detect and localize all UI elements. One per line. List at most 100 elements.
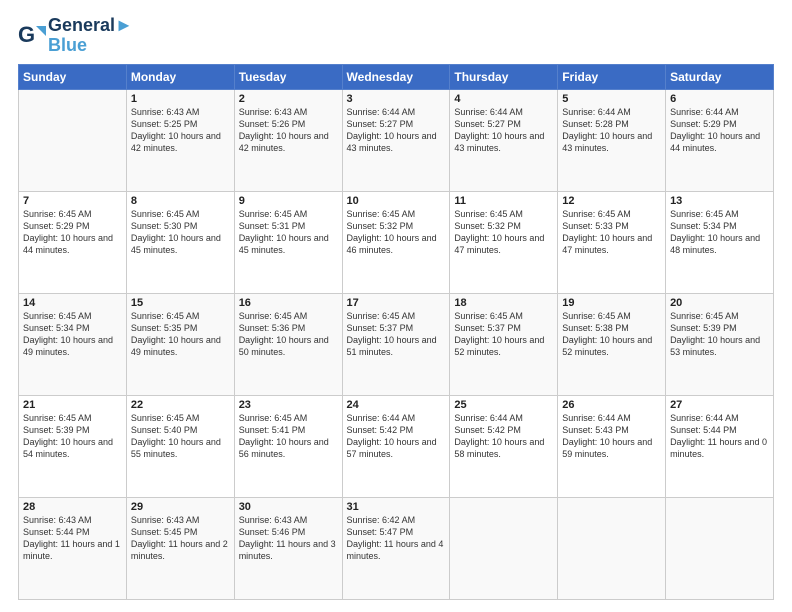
- calendar-cell: 4Sunrise: 6:44 AMSunset: 5:27 PMDaylight…: [450, 89, 558, 191]
- calendar-cell: 11Sunrise: 6:45 AMSunset: 5:32 PMDayligh…: [450, 191, 558, 293]
- calendar-cell: 13Sunrise: 6:45 AMSunset: 5:34 PMDayligh…: [666, 191, 774, 293]
- cell-content: Sunrise: 6:44 AMSunset: 5:27 PMDaylight:…: [347, 106, 446, 155]
- calendar-cell: 16Sunrise: 6:45 AMSunset: 5:36 PMDayligh…: [234, 293, 342, 395]
- cell-content: Sunrise: 6:45 AMSunset: 5:41 PMDaylight:…: [239, 412, 338, 461]
- day-number: 25: [454, 399, 553, 411]
- calendar-cell: 17Sunrise: 6:45 AMSunset: 5:37 PMDayligh…: [342, 293, 450, 395]
- col-header-monday: Monday: [126, 64, 234, 89]
- calendar-header-row: SundayMondayTuesdayWednesdayThursdayFrid…: [19, 64, 774, 89]
- cell-content: Sunrise: 6:44 AMSunset: 5:43 PMDaylight:…: [562, 412, 661, 461]
- cell-content: Sunrise: 6:44 AMSunset: 5:28 PMDaylight:…: [562, 106, 661, 155]
- col-header-saturday: Saturday: [666, 64, 774, 89]
- calendar-cell: [558, 497, 666, 599]
- cell-content: Sunrise: 6:45 AMSunset: 5:38 PMDaylight:…: [562, 310, 661, 359]
- calendar-cell: 10Sunrise: 6:45 AMSunset: 5:32 PMDayligh…: [342, 191, 450, 293]
- col-header-tuesday: Tuesday: [234, 64, 342, 89]
- cell-content: Sunrise: 6:44 AMSunset: 5:42 PMDaylight:…: [347, 412, 446, 461]
- day-number: 26: [562, 399, 661, 411]
- calendar-cell: 9Sunrise: 6:45 AMSunset: 5:31 PMDaylight…: [234, 191, 342, 293]
- day-number: 3: [347, 93, 446, 105]
- calendar-cell: 5Sunrise: 6:44 AMSunset: 5:28 PMDaylight…: [558, 89, 666, 191]
- cell-content: Sunrise: 6:45 AMSunset: 5:39 PMDaylight:…: [670, 310, 769, 359]
- calendar-cell: 21Sunrise: 6:45 AMSunset: 5:39 PMDayligh…: [19, 395, 127, 497]
- day-number: 9: [239, 195, 338, 207]
- header: G General► Blue: [18, 16, 774, 56]
- cell-content: Sunrise: 6:45 AMSunset: 5:37 PMDaylight:…: [454, 310, 553, 359]
- cell-content: Sunrise: 6:45 AMSunset: 5:37 PMDaylight:…: [347, 310, 446, 359]
- day-number: 16: [239, 297, 338, 309]
- cell-content: Sunrise: 6:44 AMSunset: 5:29 PMDaylight:…: [670, 106, 769, 155]
- cell-content: Sunrise: 6:45 AMSunset: 5:29 PMDaylight:…: [23, 208, 122, 257]
- day-number: 10: [347, 195, 446, 207]
- calendar-cell: [19, 89, 127, 191]
- cell-content: Sunrise: 6:45 AMSunset: 5:32 PMDaylight:…: [454, 208, 553, 257]
- calendar-cell: 20Sunrise: 6:45 AMSunset: 5:39 PMDayligh…: [666, 293, 774, 395]
- cell-content: Sunrise: 6:44 AMSunset: 5:44 PMDaylight:…: [670, 412, 769, 461]
- calendar-cell: 31Sunrise: 6:42 AMSunset: 5:47 PMDayligh…: [342, 497, 450, 599]
- calendar-cell: 3Sunrise: 6:44 AMSunset: 5:27 PMDaylight…: [342, 89, 450, 191]
- calendar-cell: [450, 497, 558, 599]
- calendar-table: SundayMondayTuesdayWednesdayThursdayFrid…: [18, 64, 774, 600]
- day-number: 30: [239, 501, 338, 513]
- calendar-week-1: 7Sunrise: 6:45 AMSunset: 5:29 PMDaylight…: [19, 191, 774, 293]
- cell-content: Sunrise: 6:45 AMSunset: 5:31 PMDaylight:…: [239, 208, 338, 257]
- calendar-cell: 27Sunrise: 6:44 AMSunset: 5:44 PMDayligh…: [666, 395, 774, 497]
- cell-content: Sunrise: 6:43 AMSunset: 5:25 PMDaylight:…: [131, 106, 230, 155]
- calendar-body: 1Sunrise: 6:43 AMSunset: 5:25 PMDaylight…: [19, 89, 774, 599]
- cell-content: Sunrise: 6:42 AMSunset: 5:47 PMDaylight:…: [347, 514, 446, 563]
- calendar-page: G General► Blue SundayMondayTuesdayWedne…: [0, 0, 792, 612]
- col-header-sunday: Sunday: [19, 64, 127, 89]
- logo-icon: G: [18, 22, 46, 50]
- day-number: 14: [23, 297, 122, 309]
- col-header-wednesday: Wednesday: [342, 64, 450, 89]
- cell-content: Sunrise: 6:43 AMSunset: 5:46 PMDaylight:…: [239, 514, 338, 563]
- calendar-cell: [666, 497, 774, 599]
- col-header-friday: Friday: [558, 64, 666, 89]
- calendar-cell: 12Sunrise: 6:45 AMSunset: 5:33 PMDayligh…: [558, 191, 666, 293]
- cell-content: Sunrise: 6:45 AMSunset: 5:35 PMDaylight:…: [131, 310, 230, 359]
- logo: G General► Blue: [18, 16, 133, 56]
- day-number: 4: [454, 93, 553, 105]
- day-number: 23: [239, 399, 338, 411]
- day-number: 24: [347, 399, 446, 411]
- calendar-cell: 14Sunrise: 6:45 AMSunset: 5:34 PMDayligh…: [19, 293, 127, 395]
- cell-content: Sunrise: 6:45 AMSunset: 5:33 PMDaylight:…: [562, 208, 661, 257]
- day-number: 28: [23, 501, 122, 513]
- calendar-week-4: 28Sunrise: 6:43 AMSunset: 5:44 PMDayligh…: [19, 497, 774, 599]
- day-number: 27: [670, 399, 769, 411]
- cell-content: Sunrise: 6:44 AMSunset: 5:27 PMDaylight:…: [454, 106, 553, 155]
- cell-content: Sunrise: 6:45 AMSunset: 5:30 PMDaylight:…: [131, 208, 230, 257]
- calendar-cell: 24Sunrise: 6:44 AMSunset: 5:42 PMDayligh…: [342, 395, 450, 497]
- calendar-cell: 19Sunrise: 6:45 AMSunset: 5:38 PMDayligh…: [558, 293, 666, 395]
- calendar-week-2: 14Sunrise: 6:45 AMSunset: 5:34 PMDayligh…: [19, 293, 774, 395]
- day-number: 13: [670, 195, 769, 207]
- calendar-week-0: 1Sunrise: 6:43 AMSunset: 5:25 PMDaylight…: [19, 89, 774, 191]
- calendar-cell: 6Sunrise: 6:44 AMSunset: 5:29 PMDaylight…: [666, 89, 774, 191]
- calendar-cell: 7Sunrise: 6:45 AMSunset: 5:29 PMDaylight…: [19, 191, 127, 293]
- cell-content: Sunrise: 6:43 AMSunset: 5:44 PMDaylight:…: [23, 514, 122, 563]
- calendar-cell: 26Sunrise: 6:44 AMSunset: 5:43 PMDayligh…: [558, 395, 666, 497]
- day-number: 6: [670, 93, 769, 105]
- day-number: 22: [131, 399, 230, 411]
- day-number: 15: [131, 297, 230, 309]
- day-number: 7: [23, 195, 122, 207]
- day-number: 18: [454, 297, 553, 309]
- cell-content: Sunrise: 6:45 AMSunset: 5:40 PMDaylight:…: [131, 412, 230, 461]
- cell-content: Sunrise: 6:45 AMSunset: 5:36 PMDaylight:…: [239, 310, 338, 359]
- cell-content: Sunrise: 6:45 AMSunset: 5:39 PMDaylight:…: [23, 412, 122, 461]
- day-number: 12: [562, 195, 661, 207]
- day-number: 11: [454, 195, 553, 207]
- cell-content: Sunrise: 6:45 AMSunset: 5:34 PMDaylight:…: [23, 310, 122, 359]
- day-number: 20: [670, 297, 769, 309]
- calendar-cell: 1Sunrise: 6:43 AMSunset: 5:25 PMDaylight…: [126, 89, 234, 191]
- calendar-cell: 28Sunrise: 6:43 AMSunset: 5:44 PMDayligh…: [19, 497, 127, 599]
- day-number: 1: [131, 93, 230, 105]
- day-number: 31: [347, 501, 446, 513]
- cell-content: Sunrise: 6:44 AMSunset: 5:42 PMDaylight:…: [454, 412, 553, 461]
- cell-content: Sunrise: 6:45 AMSunset: 5:34 PMDaylight:…: [670, 208, 769, 257]
- day-number: 5: [562, 93, 661, 105]
- logo-text: General► Blue: [48, 16, 133, 56]
- calendar: SundayMondayTuesdayWednesdayThursdayFrid…: [18, 64, 774, 600]
- cell-content: Sunrise: 6:43 AMSunset: 5:26 PMDaylight:…: [239, 106, 338, 155]
- col-header-thursday: Thursday: [450, 64, 558, 89]
